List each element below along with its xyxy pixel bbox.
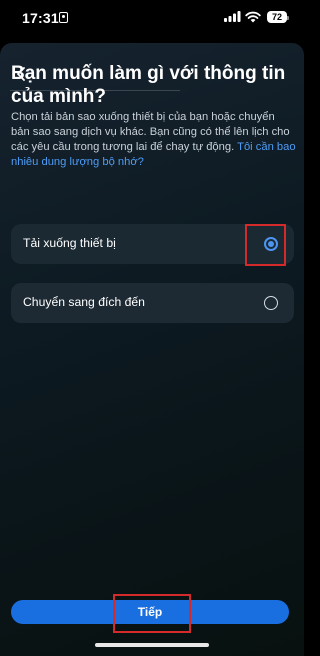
- id-card-icon: [59, 12, 68, 23]
- battery-level: 72: [271, 12, 282, 22]
- highlight-box: [113, 594, 191, 633]
- page-title: Bạn muốn làm gì với thông tin của mình?: [11, 63, 286, 107]
- option-transfer-to-destination[interactable]: Chuyển sang đích đến: [11, 283, 294, 323]
- description: Chọn tải bản sao xuống thiết bị của bạn …: [11, 110, 296, 170]
- home-indicator: [95, 643, 209, 647]
- radio-unselected[interactable]: [264, 296, 278, 310]
- wifi-icon: [245, 11, 261, 23]
- option-label: Chuyển sang đích đến: [23, 295, 145, 309]
- signal-icon: [224, 11, 241, 22]
- option-label: Tải xuống thiết bị: [23, 236, 116, 250]
- battery-icon: 72: [267, 11, 289, 23]
- highlight-box: [245, 224, 286, 266]
- status-time: 17:31: [22, 10, 59, 26]
- status-bar: 17:31 72: [0, 0, 304, 36]
